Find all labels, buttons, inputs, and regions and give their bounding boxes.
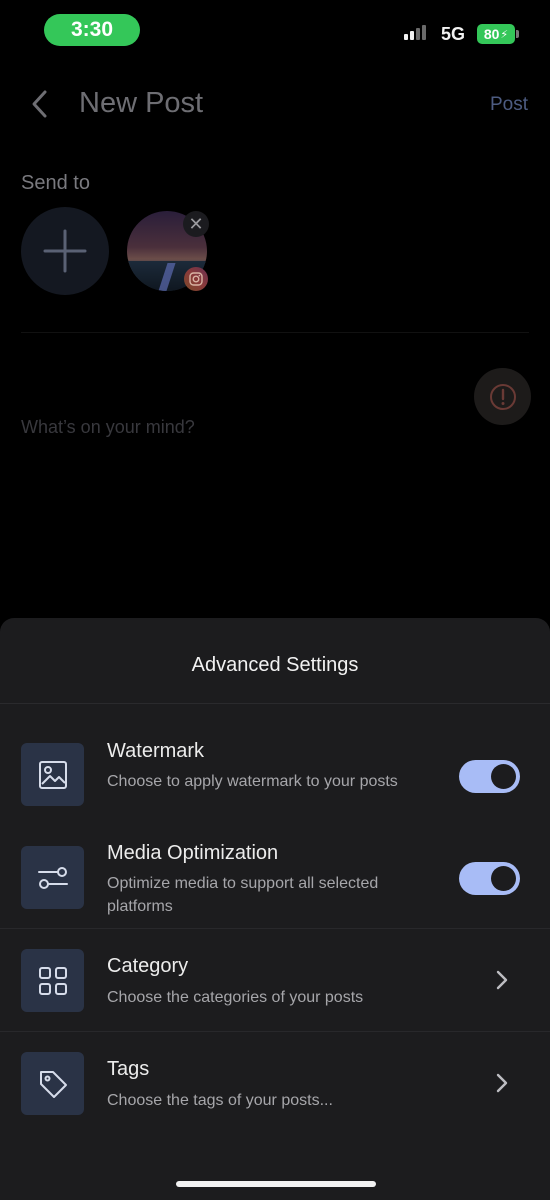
media-optimization-tile bbox=[21, 846, 84, 909]
chevron-right-icon bbox=[490, 1071, 514, 1095]
watermark-tile bbox=[21, 743, 84, 806]
category-description: Choose the categories of your posts bbox=[107, 989, 364, 1006]
charging-icon: ⚡ bbox=[500, 28, 509, 41]
plus-icon bbox=[43, 229, 87, 273]
sheet-title: Advanced Settings bbox=[191, 654, 359, 676]
watermark-title: Watermark bbox=[107, 740, 205, 762]
nav-header: New Post Post bbox=[0, 64, 550, 144]
instagram-icon bbox=[184, 267, 208, 291]
status-bar: 3:30 5G 80 ⚡ bbox=[0, 0, 550, 64]
status-time: 3:30 bbox=[44, 14, 140, 46]
tags-tile bbox=[21, 1052, 84, 1115]
tag-icon bbox=[39, 1070, 67, 1098]
battery-level: 80 bbox=[483, 26, 500, 42]
cellular-signal-icon bbox=[404, 25, 426, 40]
settings-row-category[interactable]: Category Choose the categories of your p… bbox=[0, 929, 550, 1031]
category-title: Category bbox=[107, 955, 189, 977]
alert-circle-icon bbox=[489, 383, 516, 410]
back-button[interactable] bbox=[24, 86, 54, 122]
info-button[interactable] bbox=[474, 368, 531, 425]
media-optimization-title: Media Optimization bbox=[107, 842, 279, 864]
settings-row-media-optimization: Media Optimization Optimize media to sup… bbox=[0, 824, 550, 928]
battery-indicator: 80 ⚡ bbox=[477, 24, 515, 44]
instagram-glyph-icon bbox=[189, 272, 203, 286]
grid-icon bbox=[38, 966, 67, 995]
network-type: 5G bbox=[441, 24, 466, 44]
watermark-toggle[interactable] bbox=[459, 760, 520, 793]
sliders-icon bbox=[37, 866, 68, 889]
remove-account-button[interactable]: ✕ bbox=[183, 211, 209, 237]
add-account-button[interactable] bbox=[21, 207, 109, 295]
settings-row-tags[interactable]: Tags Choose the tags of your posts... bbox=[0, 1032, 550, 1134]
compose-divider bbox=[21, 332, 529, 333]
send-to-label: Send to bbox=[21, 172, 90, 194]
toggle-knob bbox=[491, 764, 516, 789]
close-icon: ✕ bbox=[188, 214, 204, 234]
advanced-settings-sheet: Advanced Settings Watermark Choose to ap… bbox=[0, 618, 550, 1200]
home-indicator[interactable] bbox=[176, 1181, 376, 1187]
tags-description: Choose the tags of your posts... bbox=[107, 1092, 333, 1109]
tags-title: Tags bbox=[107, 1058, 150, 1080]
post-text-input[interactable] bbox=[21, 417, 441, 438]
media-optimization-toggle[interactable] bbox=[459, 862, 520, 895]
category-tile bbox=[21, 949, 84, 1012]
page-title: New Post bbox=[79, 87, 204, 119]
battery-cap bbox=[516, 30, 519, 38]
chevron-right-icon bbox=[490, 968, 514, 992]
image-icon bbox=[38, 760, 67, 789]
compose-screen: New Post Post Send to bbox=[0, 64, 550, 620]
media-optimization-description: Optimize media to support all selected p… bbox=[107, 875, 379, 915]
toggle-knob bbox=[491, 866, 516, 891]
settings-row-watermark: Watermark Choose to apply watermark to y… bbox=[0, 704, 550, 808]
chevron-left-icon bbox=[32, 90, 47, 118]
post-button[interactable]: Post bbox=[490, 94, 528, 116]
watermark-description: Choose to apply watermark to your posts bbox=[107, 773, 398, 790]
